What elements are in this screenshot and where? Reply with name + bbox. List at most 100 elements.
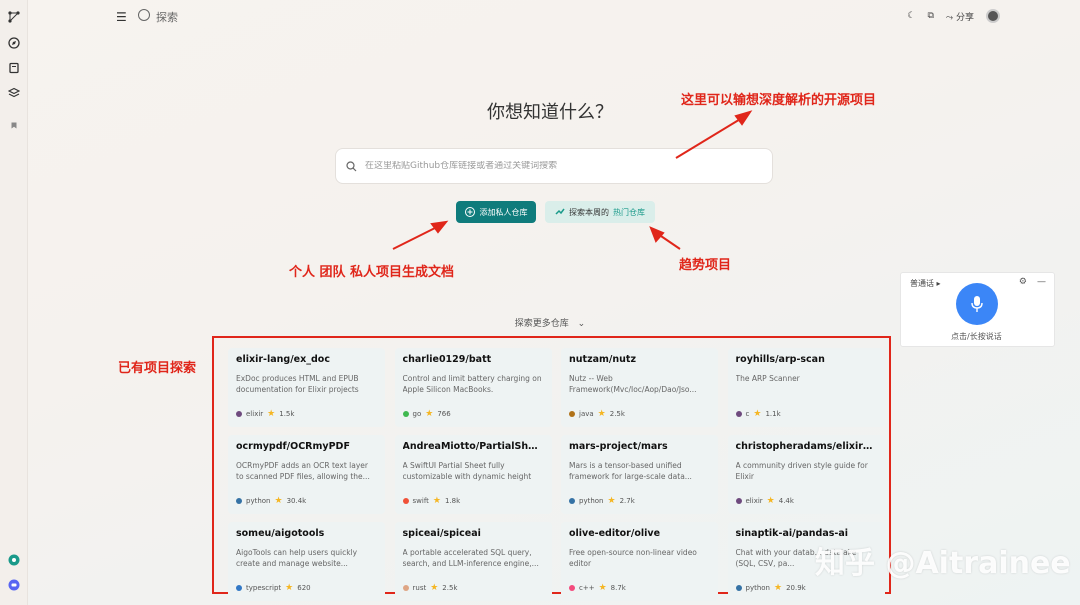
star-icon: ★ <box>766 496 775 506</box>
repo-lang: java <box>579 410 594 418</box>
repo-lang: go <box>412 410 422 418</box>
star-icon: ★ <box>274 496 283 506</box>
repo-name: elixir-lang/ex_doc <box>236 354 330 365</box>
repo-name: christopheradams/elixir_sty... <box>735 441 877 452</box>
repo-stars: 1.8k <box>444 497 461 505</box>
repo-card[interactable]: AndreaMiotto/PartialSheet A SwiftUI Part… <box>394 435 552 514</box>
repo-desc: A SwiftUI Partial Sheet fully customizab… <box>402 461 532 481</box>
repo-card[interactable]: elixir-lang/ex_doc ExDoc produces HTML a… <box>228 348 385 427</box>
voice-language-label: 普通话 <box>910 279 934 288</box>
repo-stars: 2.7k <box>619 497 635 505</box>
repo-card[interactable]: charlie0129/batt Control and limit batte… <box>394 348 552 427</box>
repo-meta: rust ★ 2.5k <box>402 583 458 593</box>
repo-grid: elixir-lang/ex_doc ExDoc produces HTML a… <box>228 348 885 601</box>
lang-dot <box>402 585 409 591</box>
voice-controls: ⚙ — <box>1019 277 1046 287</box>
repo-desc: OCRmyPDF adds an OCR text layer to scann… <box>236 461 370 481</box>
repo-name: someu/aigotools <box>236 528 325 539</box>
star-icon: ★ <box>598 583 607 593</box>
repo-desc: Free open-source non-linear video editor <box>569 548 697 568</box>
star-icon: ★ <box>425 409 434 419</box>
star-icon: ★ <box>432 496 441 506</box>
repo-lang: swift <box>412 497 429 505</box>
star-icon: ★ <box>285 583 294 593</box>
repo-stars: 620 <box>297 584 311 592</box>
voice-input-widget: 普通话 ▸ ⚙ — 点击/长按说话 <box>900 272 1055 347</box>
repo-name: olive-editor/olive <box>569 528 661 539</box>
star-icon: ★ <box>597 409 606 419</box>
voice-hint: 点击/长按说话 <box>951 332 1002 341</box>
lang-dot <box>402 498 409 504</box>
repo-card[interactable]: mars-project/mars Mars is a tensor-based… <box>561 435 718 514</box>
repo-meta: elixir ★ 1.5k <box>236 409 294 419</box>
repo-name: mars-project/mars <box>569 441 668 452</box>
repo-card[interactable]: nutzam/nutz Nutz -- Web Framework(Mvc/Io… <box>561 348 718 427</box>
repo-meta: python ★ 20.9k <box>735 583 806 593</box>
repo-lang: elixir <box>745 497 763 505</box>
repo-lang: typescript <box>246 584 282 592</box>
repo-stars: 30.4k <box>286 497 307 505</box>
repo-lang: python <box>246 497 271 505</box>
gear-icon[interactable]: ⚙ <box>1019 277 1027 287</box>
repo-card[interactable]: someu/aigotools AigoTools can help users… <box>228 522 385 601</box>
repo-meta: python ★ 30.4k <box>236 496 306 506</box>
watermark: 知乎 @Aitrainee <box>815 546 1071 581</box>
repo-lang: python <box>579 497 604 505</box>
lang-dot <box>735 498 742 504</box>
repo-name: AndreaMiotto/PartialSheet <box>402 441 544 452</box>
lang-dot <box>735 585 742 591</box>
repo-meta: c++ ★ 8.7k <box>569 583 626 593</box>
repo-desc: The ARP Scanner <box>735 374 800 383</box>
lang-dot <box>402 411 409 417</box>
repo-stars: 1.5k <box>279 410 295 418</box>
lang-dot <box>236 585 242 591</box>
voice-language-select[interactable]: 普通话 ▸ <box>910 278 941 289</box>
repo-lang: elixir <box>246 410 264 418</box>
repo-name: royhills/arp-scan <box>735 354 825 365</box>
repo-stars: 2.5k <box>609 410 625 418</box>
repo-lang: rust <box>412 584 427 592</box>
repo-name: spiceai/spiceai <box>402 528 481 539</box>
repo-stars: 8.7k <box>610 584 626 592</box>
repo-name: charlie0129/batt <box>402 354 492 365</box>
repo-meta: elixir ★ 4.4k <box>735 496 794 506</box>
minimize-icon[interactable]: — <box>1037 277 1046 287</box>
repo-card[interactable]: olive-editor/olive Free open-source non-… <box>561 522 718 601</box>
repo-desc: Control and limit battery charging on Ap… <box>402 374 542 394</box>
repo-name: nutzam/nutz <box>569 354 636 365</box>
repo-meta: typescript ★ 620 <box>236 583 311 593</box>
annotation-private: 个人 团队 私人项目生成文档 <box>289 265 455 280</box>
star-icon: ★ <box>607 496 616 506</box>
star-icon: ★ <box>753 409 762 419</box>
repo-stars: 20.9k <box>786 584 806 592</box>
annotation-trend: 趋势项目 <box>679 258 732 273</box>
repo-stars: 766 <box>437 410 451 418</box>
lang-dot <box>236 498 242 504</box>
repo-desc: ExDoc produces HTML and EPUB documentati… <box>236 374 359 394</box>
repo-stars: 1.1k <box>765 410 781 418</box>
repo-stars: 2.5k <box>442 584 458 592</box>
microphone-button[interactable] <box>956 283 998 325</box>
lang-dot <box>569 411 575 417</box>
repo-meta: c ★ 1.1k <box>735 409 781 419</box>
repo-lang: python <box>745 584 771 592</box>
lang-dot <box>569 585 575 591</box>
repo-name: ocrmypdf/OCRmyPDF <box>236 441 350 452</box>
repo-card[interactable]: christopheradams/elixir_sty... A communi… <box>727 435 885 514</box>
microphone-icon <box>971 296 983 312</box>
lang-dot <box>735 411 742 417</box>
explore-more-label: 探索更多仓库 <box>514 319 569 329</box>
lang-dot <box>236 411 242 417</box>
repo-lang: c++ <box>579 584 595 592</box>
repo-desc: AigoTools can help users quickly create … <box>236 548 358 568</box>
repo-meta: python ★ 2.7k <box>569 496 635 506</box>
repo-desc: A community driven style guide for Elixi… <box>735 461 868 481</box>
repo-card[interactable]: ocrmypdf/OCRmyPDF OCRmyPDF adds an OCR t… <box>228 435 385 514</box>
repo-card[interactable]: royhills/arp-scan The ARP Scanner c ★ 1.1k <box>727 348 885 427</box>
lang-dot <box>569 498 575 504</box>
repo-card[interactable]: spiceai/spiceai A portable accelerated S… <box>394 522 552 601</box>
repo-desc: Mars is a tensor-based unified framework… <box>569 461 692 481</box>
annotation-existing: 已有项目探索 <box>118 361 197 376</box>
repo-meta: java ★ 2.5k <box>569 409 625 419</box>
repo-lang: c <box>745 410 750 418</box>
